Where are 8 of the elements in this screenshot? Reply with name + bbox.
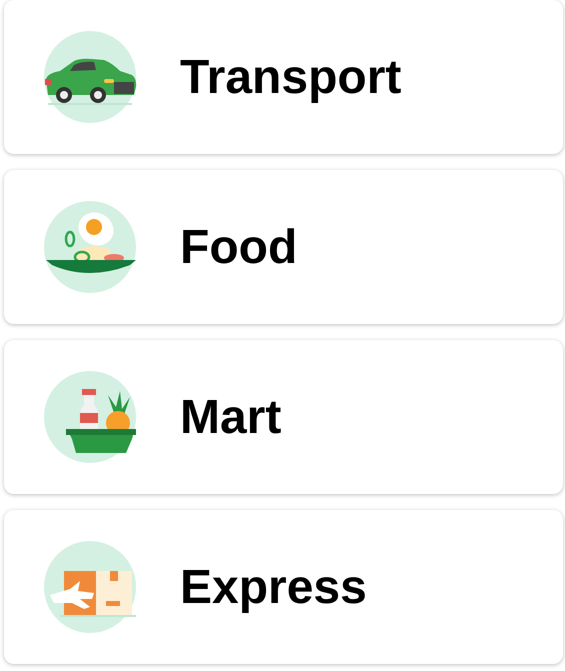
service-label: Mart <box>180 390 282 444</box>
service-card[interactable]: Transport <box>4 0 563 154</box>
service-label: Transport <box>180 50 402 104</box>
service-label: Express <box>180 560 367 614</box>
service-card[interactable]: Food <box>4 170 563 324</box>
service-card[interactable]: Mart <box>4 340 563 494</box>
service-card[interactable]: Express <box>4 510 563 664</box>
service-label: Food <box>180 220 298 274</box>
